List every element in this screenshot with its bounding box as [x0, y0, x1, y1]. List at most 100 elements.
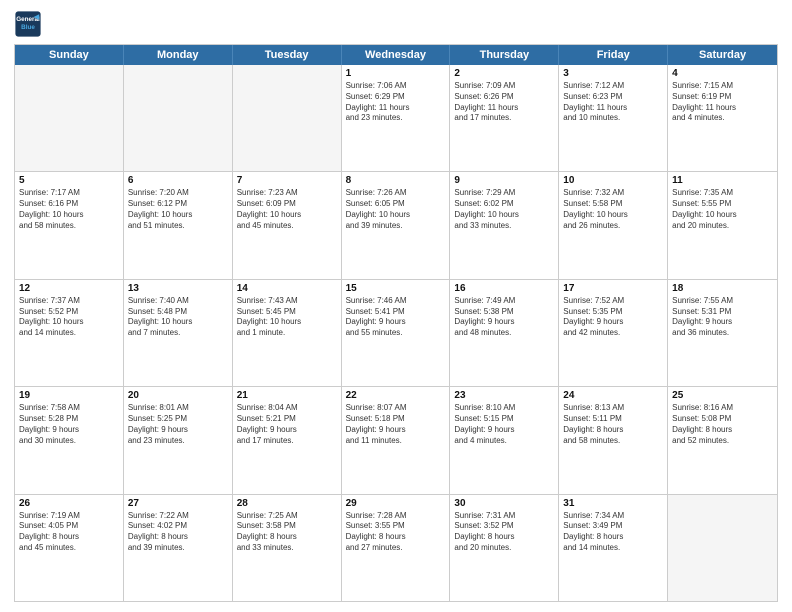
day-number: 18: [672, 283, 773, 294]
calendar-cell: 28Sunrise: 7:25 AM Sunset: 3:58 PM Dayli…: [233, 495, 342, 601]
calendar-page: General Blue SundayMondayTuesdayWednesda…: [0, 0, 792, 612]
day-number: 19: [19, 390, 119, 401]
calendar-cell: 17 Sunrise: 7:52 AM Sunset: 5:35 PM Dayli…: [559, 280, 668, 386]
day-number: 10: [563, 175, 663, 186]
weekday-header: Thursday: [450, 45, 559, 65]
day-number: 12: [19, 283, 119, 294]
calendar-cell: 16 Sunrise: 7:49 AM Sunset: 5:38 PM Dayli…: [450, 280, 559, 386]
calendar-cell: 9 Sunrise: 7:29 AM Sunset: 6:02 PM Daylig…: [450, 172, 559, 278]
cell-info: Sunrise: 7:29 AM Sunset: 6:02 PM Dayligh…: [454, 188, 554, 231]
cell-info: Sunrise: 7:32 AM Sunset: 5:58 PM Dayligh…: [563, 188, 663, 231]
cell-info: Sunrise: 7:28 AM Sunset: 3:55 PM Dayligh…: [346, 511, 446, 554]
cell-info: Sunrise: 7:49 AM Sunset: 5:38 PM Dayligh…: [454, 296, 554, 339]
calendar-cell: 31 Sunrise: 7:34 AM Sunset: 3:49 PM Dayli…: [559, 495, 668, 601]
day-number: 13: [128, 283, 228, 294]
calendar-cell: 30 Sunrise: 7:31 AM Sunset: 3:52 PM Dayli…: [450, 495, 559, 601]
calendar-cell: 23Sunrise: 8:10 AM Sunset: 5:15 PM Dayli…: [450, 387, 559, 493]
cell-info: Sunrise: 7:58 AM Sunset: 5:28 PM Dayligh…: [19, 403, 119, 446]
day-number: 5: [19, 175, 119, 186]
calendar-cell: 12 Sunrise: 7:37 AM Sunset: 5:52 PM Dayli…: [15, 280, 124, 386]
calendar-cell: 14 Sunrise: 7:43 AM Sunset: 5:45 PM Dayli…: [233, 280, 342, 386]
calendar-cell: 20 Sunrise: 8:01 AM Sunset: 5:25 PM Dayli…: [124, 387, 233, 493]
weekday-header: Friday: [559, 45, 668, 65]
cell-info: Sunrise: 7:35 AM Sunset: 5:55 PM Dayligh…: [672, 188, 773, 231]
calendar-cell: 13 Sunrise: 7:40 AM Sunset: 5:48 PM Dayli…: [124, 280, 233, 386]
cell-info: Sunrise: 7:40 AM Sunset: 5:48 PM Dayligh…: [128, 296, 228, 339]
cell-info: Sunrise: 8:10 AM Sunset: 5:15 PM Dayligh…: [454, 403, 554, 446]
calendar-cell: 3 Sunrise: 7:12 AM Sunset: 6:23 PM Daylig…: [559, 65, 668, 171]
calendar-header: SundayMondayTuesdayWednesdayThursdayFrid…: [15, 45, 777, 65]
calendar-row: 5 Sunrise: 7:17 AM Sunset: 6:16 PM Daylig…: [15, 171, 777, 278]
header: General Blue: [14, 10, 778, 38]
day-number: 31: [563, 498, 663, 509]
calendar-cell: 8Sunrise: 7:26 AM Sunset: 6:05 PM Daylig…: [342, 172, 451, 278]
day-number: 17: [563, 283, 663, 294]
calendar-row: 19 Sunrise: 7:58 AM Sunset: 5:28 PM Dayli…: [15, 386, 777, 493]
cell-info: Sunrise: 8:01 AM Sunset: 5:25 PM Dayligh…: [128, 403, 228, 446]
day-number: 21: [237, 390, 337, 401]
calendar-cell: 18 Sunrise: 7:55 AM Sunset: 5:31 PM Dayli…: [668, 280, 777, 386]
calendar-cell: [233, 65, 342, 171]
cell-info: Sunrise: 7:17 AM Sunset: 6:16 PM Dayligh…: [19, 188, 119, 231]
calendar-cell: 1 Sunrise: 7:06 AM Sunset: 6:29 PM Daylig…: [342, 65, 451, 171]
day-number: 20: [128, 390, 228, 401]
cell-info: Sunrise: 7:34 AM Sunset: 3:49 PM Dayligh…: [563, 511, 663, 554]
calendar-cell: 19 Sunrise: 7:58 AM Sunset: 5:28 PM Dayli…: [15, 387, 124, 493]
calendar: SundayMondayTuesdayWednesdayThursdayFrid…: [14, 44, 778, 602]
calendar-cell: 27Sunrise: 7:22 AM Sunset: 4:02 PM Dayli…: [124, 495, 233, 601]
cell-info: Sunrise: 7:15 AM Sunset: 6:19 PM Dayligh…: [672, 81, 773, 124]
cell-info: Sunrise: 7:23 AM Sunset: 6:09 PM Dayligh…: [237, 188, 337, 231]
cell-info: Sunrise: 7:12 AM Sunset: 6:23 PM Dayligh…: [563, 81, 663, 124]
cell-info: Sunrise: 7:31 AM Sunset: 3:52 PM Dayligh…: [454, 511, 554, 554]
day-number: 14: [237, 283, 337, 294]
day-number: 25: [672, 390, 773, 401]
cell-info: Sunrise: 7:09 AM Sunset: 6:26 PM Dayligh…: [454, 81, 554, 124]
day-number: 11: [672, 175, 773, 186]
day-number: 7: [237, 175, 337, 186]
cell-info: Sunrise: 7:52 AM Sunset: 5:35 PM Dayligh…: [563, 296, 663, 339]
calendar-cell: 21 Sunrise: 8:04 AM Sunset: 5:21 PM Dayli…: [233, 387, 342, 493]
calendar-cell: [124, 65, 233, 171]
weekday-header: Saturday: [668, 45, 777, 65]
day-number: 4: [672, 68, 773, 79]
day-number: 1: [346, 68, 446, 79]
calendar-cell: 15Sunrise: 7:46 AM Sunset: 5:41 PM Dayli…: [342, 280, 451, 386]
logo: General Blue: [14, 10, 42, 38]
logo-icon: General Blue: [14, 10, 42, 38]
calendar-row: 12 Sunrise: 7:37 AM Sunset: 5:52 PM Dayli…: [15, 279, 777, 386]
day-number: 9: [454, 175, 554, 186]
calendar-cell: 24Sunrise: 8:13 AM Sunset: 5:11 PM Dayli…: [559, 387, 668, 493]
cell-info: Sunrise: 8:16 AM Sunset: 5:08 PM Dayligh…: [672, 403, 773, 446]
cell-info: Sunrise: 7:43 AM Sunset: 5:45 PM Dayligh…: [237, 296, 337, 339]
calendar-cell: 11 Sunrise: 7:35 AM Sunset: 5:55 PM Dayli…: [668, 172, 777, 278]
cell-info: Sunrise: 8:07 AM Sunset: 5:18 PM Dayligh…: [346, 403, 446, 446]
day-number: 30: [454, 498, 554, 509]
weekday-header: Wednesday: [342, 45, 451, 65]
cell-info: Sunrise: 7:06 AM Sunset: 6:29 PM Dayligh…: [346, 81, 446, 124]
calendar-cell: 10 Sunrise: 7:32 AM Sunset: 5:58 PM Dayli…: [559, 172, 668, 278]
svg-text:Blue: Blue: [21, 24, 35, 31]
calendar-cell: [15, 65, 124, 171]
day-number: 3: [563, 68, 663, 79]
cell-info: Sunrise: 8:13 AM Sunset: 5:11 PM Dayligh…: [563, 403, 663, 446]
day-number: 29: [346, 498, 446, 509]
weekday-header: Tuesday: [233, 45, 342, 65]
cell-info: Sunrise: 7:26 AM Sunset: 6:05 PM Dayligh…: [346, 188, 446, 231]
cell-info: Sunrise: 7:19 AM Sunset: 4:05 PM Dayligh…: [19, 511, 119, 554]
cell-info: Sunrise: 8:04 AM Sunset: 5:21 PM Dayligh…: [237, 403, 337, 446]
day-number: 6: [128, 175, 228, 186]
cell-info: Sunrise: 7:37 AM Sunset: 5:52 PM Dayligh…: [19, 296, 119, 339]
calendar-cell: 26 Sunrise: 7:19 AM Sunset: 4:05 PM Dayli…: [15, 495, 124, 601]
calendar-row: 1 Sunrise: 7:06 AM Sunset: 6:29 PM Daylig…: [15, 65, 777, 171]
calendar-cell: 5 Sunrise: 7:17 AM Sunset: 6:16 PM Daylig…: [15, 172, 124, 278]
calendar-cell: 6 Sunrise: 7:20 AM Sunset: 6:12 PM Daylig…: [124, 172, 233, 278]
calendar-cell: 4 Sunrise: 7:15 AM Sunset: 6:19 PM Daylig…: [668, 65, 777, 171]
cell-info: Sunrise: 7:20 AM Sunset: 6:12 PM Dayligh…: [128, 188, 228, 231]
calendar-row: 26 Sunrise: 7:19 AM Sunset: 4:05 PM Dayli…: [15, 494, 777, 601]
cell-info: Sunrise: 7:55 AM Sunset: 5:31 PM Dayligh…: [672, 296, 773, 339]
day-number: 28: [237, 498, 337, 509]
day-number: 26: [19, 498, 119, 509]
day-number: 16: [454, 283, 554, 294]
day-number: 2: [454, 68, 554, 79]
calendar-cell: 25 Sunrise: 8:16 AM Sunset: 5:08 PM Dayli…: [668, 387, 777, 493]
